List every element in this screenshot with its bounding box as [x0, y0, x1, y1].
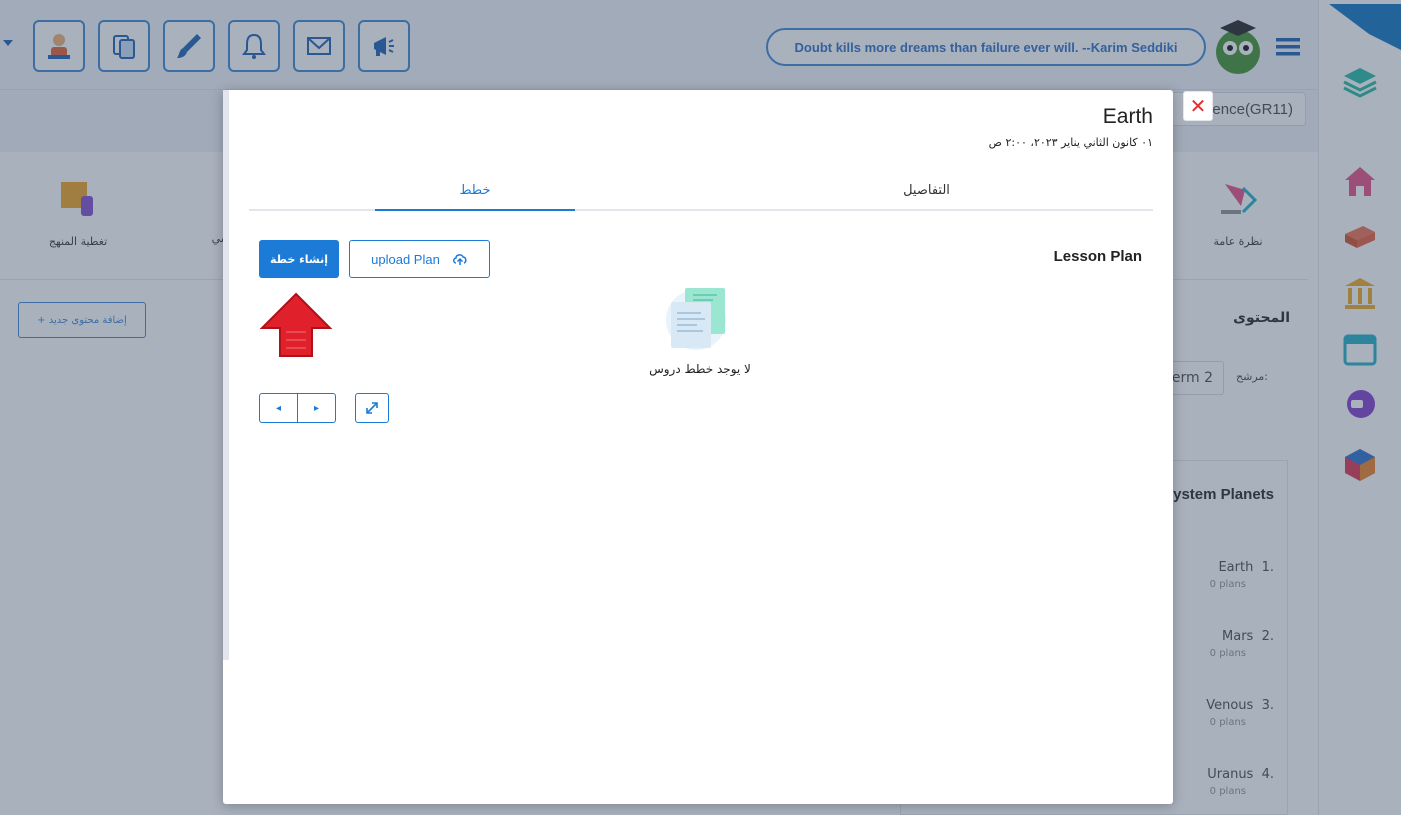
upload-plan-button[interactable]: upload Plan: [349, 240, 490, 278]
create-plan-button[interactable]: إنشاء خطة: [259, 240, 339, 278]
modal-scroll-strip: [223, 90, 229, 660]
close-button[interactable]: ✕: [1183, 91, 1213, 121]
expand-icon: [366, 402, 378, 414]
expand-button[interactable]: [355, 393, 389, 423]
upload-plan-label: upload Plan: [371, 251, 440, 267]
modal-date: ٠١ كانون الثاني يناير ٢٠٢٣، ٢:٠٠ ص: [988, 136, 1153, 149]
modal-title: Earth: [1102, 105, 1153, 128]
pagination-group: ◂ ▸: [259, 393, 336, 423]
caret-left-icon: ◂: [275, 402, 282, 414]
tab-details-label: التفاصيل: [903, 183, 950, 198]
documents-empty-icon: [666, 288, 726, 350]
prev-button[interactable]: ◂: [260, 394, 297, 422]
caret-right-icon: ▸: [313, 402, 320, 414]
close-icon: ✕: [1189, 94, 1207, 118]
tab-plans-label: خطط: [459, 183, 491, 198]
lesson-plan-label: Lesson Plan: [1053, 248, 1142, 265]
empty-state-text: لا يوجد خطط دروس: [649, 362, 751, 376]
cloud-upload-icon: [452, 254, 467, 265]
tab-plans[interactable]: خطط: [375, 183, 575, 211]
arrow-up-annotation-icon: [260, 292, 332, 357]
tab-details[interactable]: التفاصيل: [700, 183, 1153, 211]
next-button[interactable]: ▸: [297, 394, 335, 422]
